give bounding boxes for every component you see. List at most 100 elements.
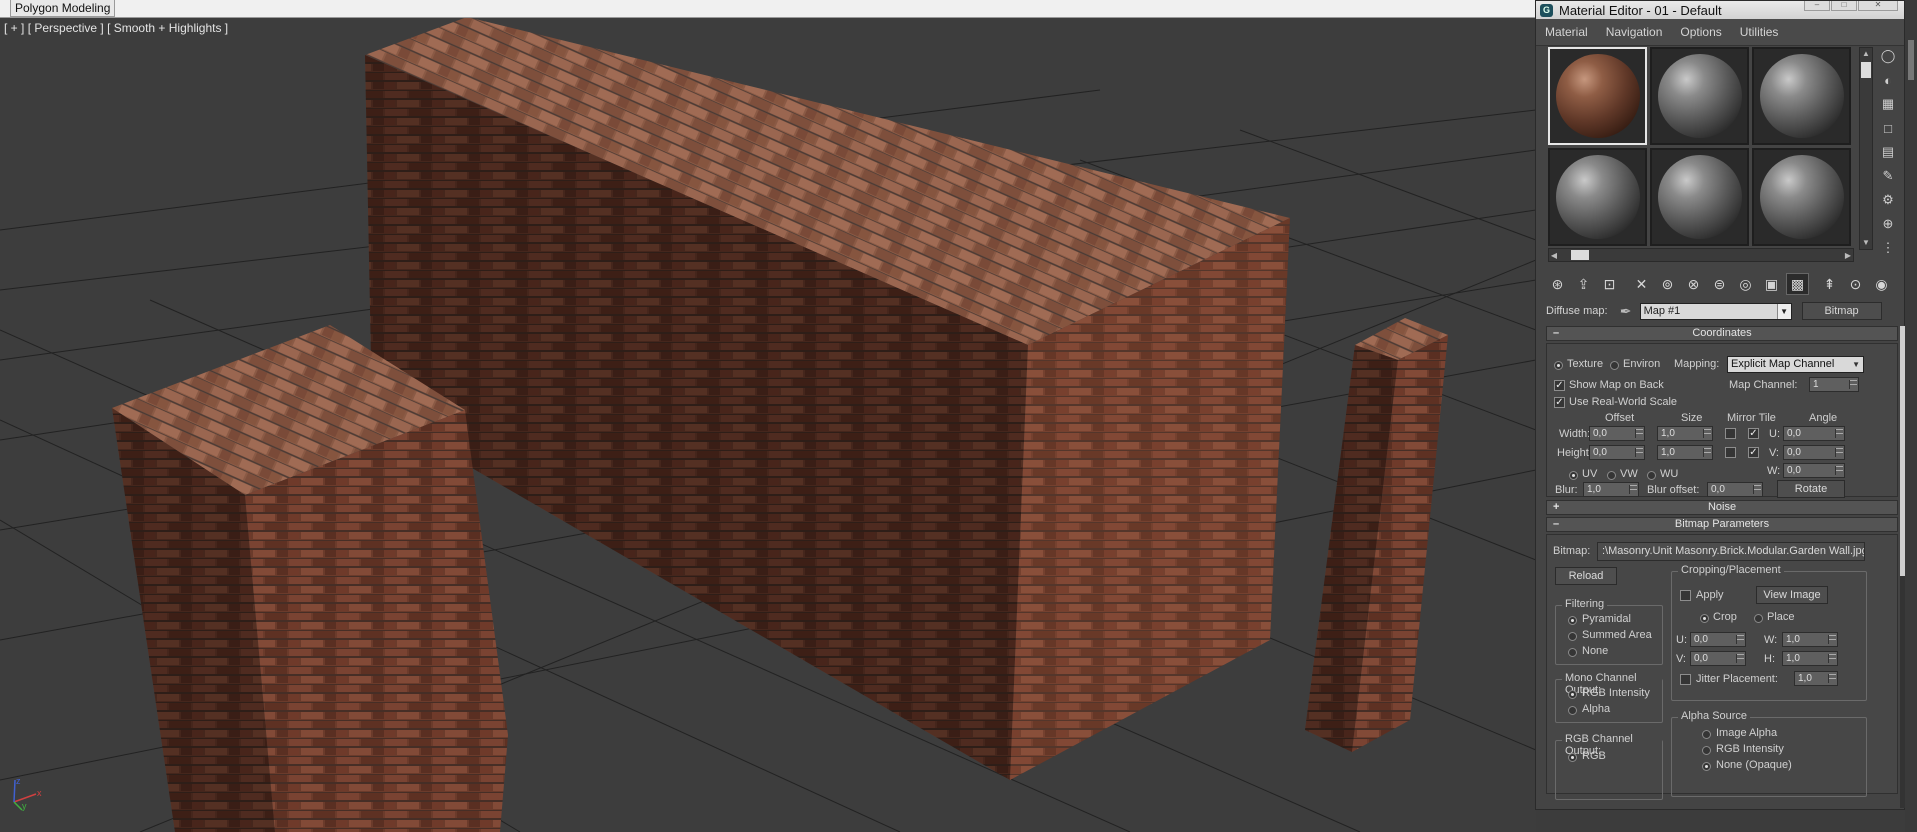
- minimize-button[interactable]: –: [1804, 1, 1830, 11]
- v-tile-checkbox[interactable]: ✓: [1748, 447, 1759, 458]
- uv-tiling-icon[interactable]: □: [1878, 118, 1898, 138]
- sample-slot-2[interactable]: [1650, 47, 1749, 145]
- pyramidal-radio[interactable]: [1568, 616, 1577, 625]
- sample-slot-5[interactable]: [1650, 148, 1749, 246]
- noise-rollout-header[interactable]: + Noise: [1546, 500, 1898, 515]
- none-opaque-radio[interactable]: [1702, 762, 1711, 771]
- video-check-icon[interactable]: ▤: [1878, 142, 1898, 162]
- show-map-in-viewport-icon[interactable]: ▣: [1760, 273, 1783, 295]
- close-button[interactable]: ✕: [1858, 1, 1898, 11]
- sample-slot-4[interactable]: [1548, 148, 1647, 246]
- u-offset-spinner[interactable]: 0,0: [1589, 426, 1645, 441]
- crop-h-spinner[interactable]: 1,0: [1782, 651, 1838, 666]
- make-unique-icon[interactable]: ⊗: [1682, 273, 1705, 295]
- u-mirror-checkbox[interactable]: [1725, 428, 1736, 439]
- sample-slot-6[interactable]: [1752, 148, 1851, 246]
- reload-button[interactable]: Reload: [1555, 567, 1617, 585]
- u-angle-spinner[interactable]: 0,0: [1783, 426, 1845, 441]
- menu-navigation[interactable]: Navigation: [1597, 25, 1672, 39]
- polygon-modeling-tab[interactable]: Polygon Modeling: [10, 0, 116, 17]
- v-angle-spinner[interactable]: 0,0: [1783, 445, 1845, 460]
- bitmap-path-button[interactable]: :\Masonry.Unit Masonry.Brick.Modular.Gar…: [1597, 542, 1865, 561]
- v-size-spinner[interactable]: 1,0: [1657, 445, 1713, 460]
- show-map-on-back-checkbox[interactable]: ✓: [1554, 380, 1565, 391]
- sibling-icon[interactable]: ◉: [1870, 273, 1893, 295]
- scroll-thumb[interactable]: [1571, 250, 1589, 260]
- jitter-placement-spinner[interactable]: 1,0: [1794, 671, 1838, 686]
- material-id-icon[interactable]: ◎: [1734, 273, 1757, 295]
- rotate-button[interactable]: Rotate: [1777, 480, 1845, 498]
- scroll-down-icon[interactable]: ▼: [1860, 237, 1872, 249]
- w-angle-spinner[interactable]: 0,0: [1783, 463, 1845, 478]
- crop-radio[interactable]: [1700, 614, 1709, 623]
- mono-rgb-intensity-radio[interactable]: [1568, 690, 1577, 699]
- rgb-output-radio[interactable]: [1568, 753, 1577, 762]
- make-preview-icon[interactable]: ✎: [1878, 166, 1898, 186]
- dropdown-arrow-icon[interactable]: ▼: [1776, 303, 1791, 319]
- material-editor-titlebar[interactable]: G Material Editor - 01 - Default – □ ✕: [1536, 1, 1904, 19]
- viewport-shading-mode[interactable]: [ Smooth + Highlights ]: [107, 21, 228, 35]
- scroll-up-icon[interactable]: ▲: [1860, 48, 1872, 60]
- reset-map-icon[interactable]: ✕: [1630, 273, 1653, 295]
- perspective-viewport[interactable]: Polygon Modeling [ + ] [ Perspective ] […: [0, 0, 1536, 832]
- u-size-spinner[interactable]: 1,0: [1657, 426, 1713, 441]
- bitmap-parameters-rollout-header[interactable]: – Bitmap Parameters: [1546, 517, 1898, 532]
- put-to-library-icon[interactable]: ⊜: [1708, 273, 1731, 295]
- coordinates-rollout-header[interactable]: – Coordinates: [1546, 326, 1898, 341]
- alpha-rgb-intensity-radio[interactable]: [1702, 746, 1711, 755]
- slots-vertical-scrollbar[interactable]: ▲ ▼: [1859, 47, 1873, 250]
- scroll-right-icon[interactable]: ▶: [1843, 251, 1853, 260]
- mono-alpha-radio[interactable]: [1568, 706, 1577, 715]
- summed-area-radio[interactable]: [1568, 632, 1577, 641]
- crop-w-spinner[interactable]: 1,0: [1782, 632, 1838, 647]
- material-navigator-icon[interactable]: ⋮: [1878, 238, 1898, 258]
- environ-radio[interactable]: [1610, 361, 1619, 370]
- sample-type-icon[interactable]: ◯: [1878, 46, 1898, 66]
- get-material-icon[interactable]: ⊛: [1546, 273, 1569, 295]
- blur-spinner[interactable]: 1,0: [1583, 482, 1639, 497]
- wu-radio[interactable]: [1647, 471, 1656, 480]
- select-by-material-icon[interactable]: ⊕: [1878, 214, 1898, 234]
- u-tile-checkbox[interactable]: ✓: [1748, 428, 1759, 439]
- show-end-result-icon[interactable]: ▩: [1786, 273, 1809, 295]
- assign-to-selection-icon[interactable]: ⊡: [1598, 273, 1621, 295]
- v-offset-spinner[interactable]: 0,0: [1589, 445, 1645, 460]
- uv-radio[interactable]: [1569, 471, 1578, 480]
- go-forward-icon[interactable]: ⊙: [1844, 273, 1867, 295]
- go-to-parent-icon[interactable]: ⇞: [1818, 273, 1841, 295]
- view-image-button[interactable]: View Image: [1756, 586, 1828, 604]
- menu-options[interactable]: Options: [1671, 25, 1730, 39]
- menu-utilities[interactable]: Utilities: [1731, 25, 1788, 39]
- maximize-button[interactable]: □: [1831, 1, 1857, 11]
- v-mirror-checkbox[interactable]: [1725, 447, 1736, 458]
- sample-slot-1[interactable]: [1548, 47, 1647, 145]
- background-icon[interactable]: ▦: [1878, 94, 1898, 114]
- options-icon[interactable]: ⚙: [1878, 190, 1898, 210]
- slots-horizontal-scrollbar[interactable]: ◀ ▶: [1548, 248, 1854, 262]
- scroll-left-icon[interactable]: ◀: [1549, 251, 1559, 260]
- viewport-point-of-view[interactable]: [ Perspective ]: [28, 21, 104, 35]
- mapping-dropdown[interactable]: Explicit Map Channel: [1727, 356, 1864, 373]
- put-to-scene-icon[interactable]: ⇪: [1572, 273, 1595, 295]
- copy-material-icon[interactable]: ⊚: [1656, 273, 1679, 295]
- map-type-button[interactable]: Bitmap: [1801, 302, 1882, 320]
- map-channel-spinner[interactable]: 1: [1809, 377, 1859, 392]
- panel-grip[interactable]: [1908, 40, 1914, 80]
- place-radio[interactable]: [1754, 614, 1763, 623]
- viewport-menu-plus[interactable]: [ + ]: [4, 21, 24, 35]
- apply-checkbox[interactable]: [1680, 590, 1691, 601]
- crop-u-spinner[interactable]: 0,0: [1690, 632, 1746, 647]
- vw-radio[interactable]: [1607, 471, 1616, 480]
- texture-radio[interactable]: [1554, 361, 1563, 370]
- eyedropper-icon[interactable]: ✒: [1616, 303, 1636, 320]
- sample-slot-3[interactable]: [1752, 47, 1851, 145]
- jitter-placement-checkbox[interactable]: [1680, 674, 1691, 685]
- map-name-field[interactable]: Map #1 ▼: [1639, 302, 1792, 320]
- menu-material[interactable]: Material: [1536, 25, 1597, 39]
- filter-none-radio[interactable]: [1568, 648, 1577, 657]
- use-real-world-scale-checkbox[interactable]: ✓: [1554, 397, 1565, 408]
- crop-v-spinner[interactable]: 0,0: [1690, 651, 1746, 666]
- backlight-icon[interactable]: ◐: [1878, 70, 1898, 90]
- scroll-thumb[interactable]: [1861, 62, 1871, 78]
- blur-offset-spinner[interactable]: 0,0: [1707, 482, 1763, 497]
